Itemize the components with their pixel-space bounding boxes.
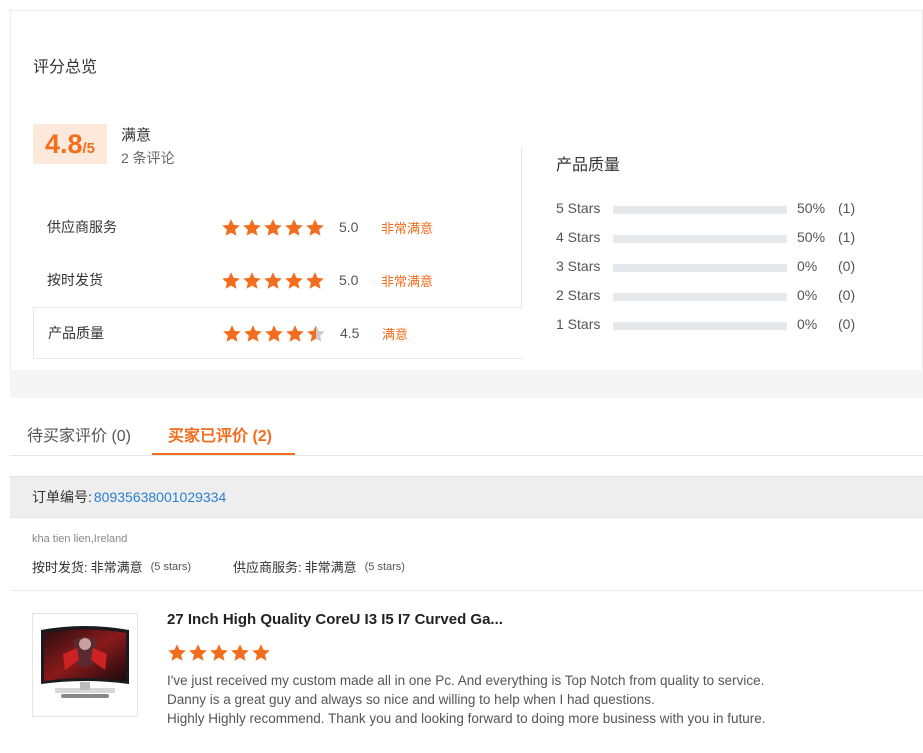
distribution-percent: 50% [797, 200, 826, 216]
star-icon [286, 324, 304, 342]
overall-score-label: 满意 [121, 127, 152, 144]
star-icon [264, 271, 282, 289]
distribution-percent: 50% [797, 229, 826, 245]
distribution-bar [613, 293, 787, 301]
review-text-line: Danny is a great guy and always so nice … [167, 692, 655, 707]
review-stars [167, 643, 271, 662]
rating-row-product-quality[interactable]: 产品质量 4.5 满意 [33, 307, 523, 359]
review-text-line: I've just received my custom made all in… [167, 673, 765, 688]
rating-breakdown: 供应商服务 5.0 非常满意 按时发货 5.0 非常满意 产品质量 4.5 满意 [33, 147, 523, 359]
rating-word: 非常满意 [381, 220, 434, 236]
sub-rating-value: 非常满意 [90, 560, 143, 575]
half-star-icon [307, 324, 325, 342]
distribution-row-5: 5 Stars 50% (1) [556, 198, 886, 218]
sub-rating-stars: (5 stars) [364, 560, 405, 573]
rating-value: 5.0 [339, 272, 359, 288]
star-icon [231, 644, 249, 661]
distribution-bar [613, 322, 787, 330]
sub-rating-value: 非常满意 [304, 560, 357, 575]
distribution-row-4: 4 Stars 50% (1) [556, 227, 886, 247]
section-separator [10, 370, 923, 398]
star-icon [222, 271, 240, 289]
product-title-link[interactable]: 27 Inch High Quality CoreU I3 I5 I7 Curv… [167, 611, 503, 628]
distribution-count: (1) [838, 200, 856, 216]
distribution-row-3: 3 Stars 0% (0) [556, 256, 886, 276]
rating-value: 4.5 [340, 325, 360, 341]
distribution-count: (0) [838, 258, 856, 274]
star-icon [168, 644, 186, 661]
distribution-bar [613, 264, 787, 272]
distribution-bar [613, 206, 787, 214]
sub-rating-label: 按时发货: [32, 560, 88, 575]
rating-word: 非常满意 [381, 273, 434, 289]
distribution-percent: 0% [797, 287, 818, 303]
distribution-count: (0) [838, 287, 856, 303]
distribution-row-1: 1 Stars 0% (0) [556, 314, 886, 334]
rating-label: 按时发货 [47, 272, 103, 288]
review-text: I've just received my custom made all in… [167, 671, 766, 728]
rating-stars [222, 324, 326, 343]
distribution-label: 4 Stars [556, 229, 601, 245]
rating-stars [221, 218, 325, 237]
star-icon [306, 271, 324, 289]
rating-row-supplier-service: 供应商服务 5.0 非常满意 [33, 201, 522, 253]
star-icon [210, 644, 228, 661]
star-icon [285, 218, 303, 236]
star-icon [189, 644, 207, 661]
product-thumbnail[interactable] [32, 613, 138, 717]
active-tab-indicator [152, 453, 295, 455]
review-tabs: 待买家评价 (0) 买家已评价 (2) [10, 398, 923, 456]
overview-title: 评分总览 [33, 59, 98, 76]
star-icon [252, 644, 270, 661]
star-icon [306, 218, 324, 236]
rating-label: 产品质量 [48, 325, 104, 341]
distribution-label: 2 Stars [556, 287, 601, 303]
tab-buyer-reviewed[interactable]: 买家已评价 (2) [168, 422, 272, 446]
star-icon [243, 218, 261, 236]
star-icon [265, 324, 283, 342]
rating-overview-panel: 评分总览 4.8 /5 满意 2 条评论 供应商服务 5.0 非常满意 按时发货… [10, 10, 923, 370]
rating-row-on-time-delivery: 按时发货 5.0 非常满意 [33, 254, 522, 306]
order-number-link[interactable]: 80935638001029334 [94, 489, 226, 505]
distribution-percent: 0% [797, 258, 818, 274]
review-text-line: Highly Highly recommend. Thank you and l… [167, 711, 766, 726]
order-header: 订单编号: 80935638001029334 [10, 476, 923, 518]
star-icon [264, 218, 282, 236]
reviewer-info: kha tien lien,Ireland [32, 533, 128, 545]
star-icon [222, 218, 240, 236]
distribution-count: (0) [838, 316, 856, 332]
rating-word: 满意 [382, 326, 409, 342]
distribution-bar [613, 235, 787, 243]
star-icon [244, 324, 262, 342]
distribution-count: (1) [838, 229, 856, 245]
sub-rating-label: 供应商服务: [232, 560, 302, 575]
distribution-title: 产品质量 [556, 157, 621, 174]
star-icon [285, 271, 303, 289]
star-icon [223, 324, 241, 342]
distribution-label: 1 Stars [556, 316, 601, 332]
distribution-percent: 0% [797, 316, 818, 332]
star-icon [243, 271, 261, 289]
distribution-label: 3 Stars [556, 258, 601, 274]
distribution-row-2: 2 Stars 0% (0) [556, 285, 886, 305]
rating-value: 5.0 [339, 219, 359, 235]
rating-stars [221, 271, 325, 290]
sub-ratings: 按时发货: 非常满意 (5 stars) 供应商服务: 非常满意 (5 star… [32, 557, 405, 576]
sub-rating-stars: (5 stars) [150, 560, 191, 573]
divider [10, 590, 923, 591]
curved-monitor-image [41, 626, 129, 698]
tab-pending-reviews[interactable]: 待买家评价 (0) [27, 422, 131, 446]
rating-label: 供应商服务 [47, 219, 117, 235]
distribution-label: 5 Stars [556, 200, 601, 216]
order-number-label: 订单编号: [32, 489, 92, 505]
